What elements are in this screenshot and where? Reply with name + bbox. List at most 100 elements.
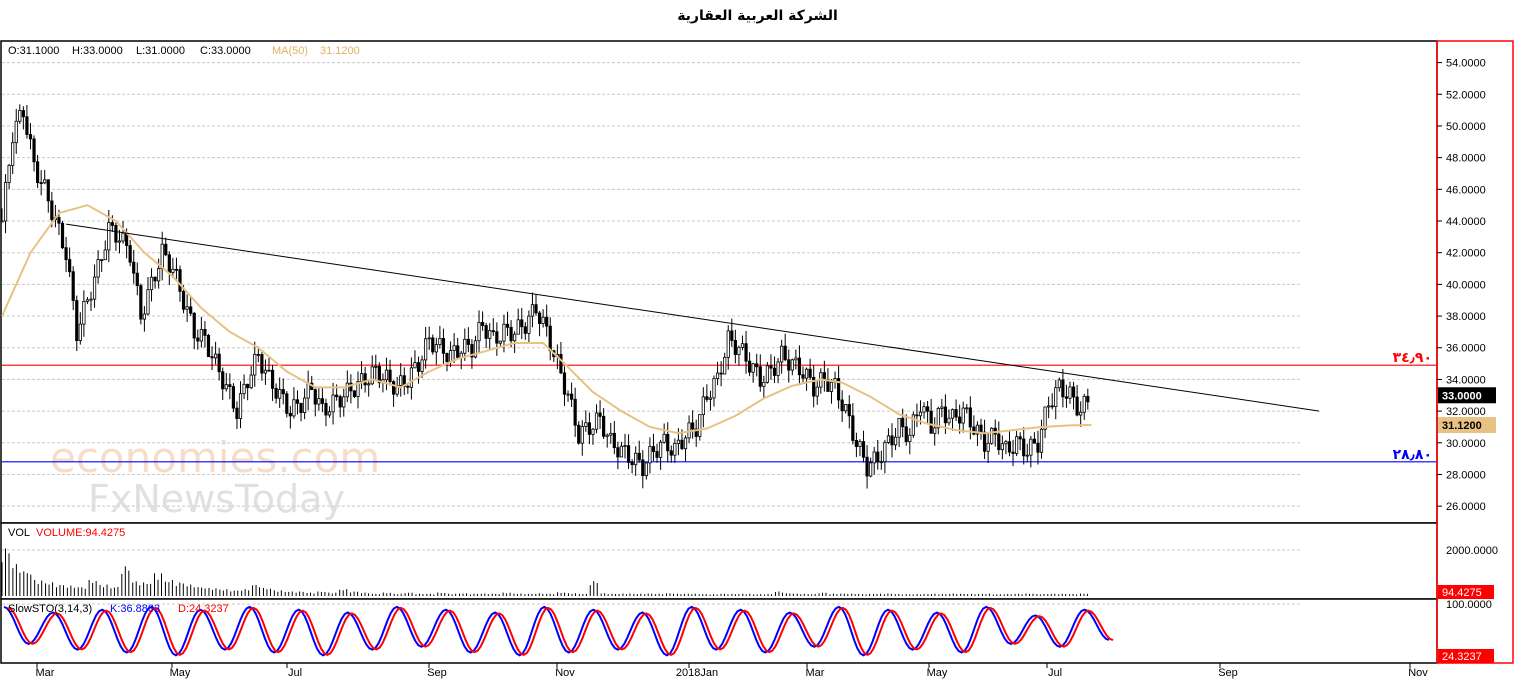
candle-body: [961, 407, 965, 424]
candle-body: [413, 362, 417, 369]
candle-body: [39, 182, 43, 185]
x-tick-label: Jul: [1048, 667, 1062, 679]
candle-body: [1032, 438, 1036, 444]
candle-body: [954, 409, 958, 418]
candle-body: [498, 340, 503, 344]
candle-body: [641, 459, 645, 477]
candle-body: [374, 365, 378, 368]
candle-body: [1054, 387, 1058, 408]
chart-canvas[interactable]: economies.com FxNewsToday ٣٤٫٩٠ ٢٨٫٨٠ 54.…: [0, 0, 1515, 679]
candle-body: [110, 222, 114, 226]
stochastic-info: SlowSTO(3,14,3) K:36.8803 D:24.3237: [8, 603, 229, 615]
candle-body: [28, 134, 33, 140]
candle-body: [584, 422, 588, 427]
resistance-label: ٣٤٫٩٠: [1393, 350, 1432, 366]
candle-body: [78, 323, 82, 341]
candle-body: [680, 439, 684, 450]
candle-body: [416, 362, 421, 372]
candle-body: [801, 374, 805, 379]
candle-body: [1082, 395, 1086, 413]
low-label: L:31.0000: [136, 45, 185, 57]
candle-body: [612, 432, 616, 449]
volume-last-text: 94.4275: [1442, 587, 1482, 599]
x-tick-label: Sep: [1218, 667, 1238, 679]
candle-body: [57, 217, 61, 224]
candle-body: [342, 396, 346, 408]
candle-body: [14, 120, 18, 144]
candle-body: [167, 254, 171, 273]
candle-body: [783, 345, 787, 361]
candle-body: [217, 353, 221, 373]
candle-body: [982, 431, 987, 452]
candle-body: [495, 331, 499, 344]
last-price-text: 33.0000: [1442, 390, 1482, 402]
watermark-line2: FxNewsToday: [88, 477, 345, 521]
candle-body: [132, 261, 136, 274]
candle-body: [242, 383, 246, 395]
candle-body: [844, 404, 848, 412]
candle-body: [363, 373, 367, 386]
candle-body: [448, 350, 453, 363]
candle-body: [60, 222, 65, 249]
candle-body: [278, 389, 282, 399]
candle-body: [199, 329, 203, 342]
candle-body: [897, 417, 901, 438]
candle-body: [893, 436, 898, 446]
candle-body: [829, 381, 834, 392]
candle-body: [406, 385, 410, 388]
candle-body: [815, 386, 819, 397]
candle-body: [171, 268, 175, 273]
high-label: H:33.0000: [72, 45, 123, 57]
price-tick-label: 52.0000: [1446, 89, 1486, 101]
candle-body: [1000, 443, 1004, 451]
candle-body: [3, 182, 8, 222]
candle-body: [666, 433, 670, 452]
candle-body: [940, 406, 944, 409]
candle-body: [797, 357, 802, 376]
price-tick-label: 46.0000: [1446, 184, 1486, 196]
candle-body: [602, 415, 606, 437]
stochastic-d-label: D:24.3237: [178, 603, 229, 615]
candle-body: [548, 325, 552, 352]
candle-body: [438, 337, 442, 345]
candle-body: [886, 435, 891, 443]
price-tick-label: 28.0000: [1446, 469, 1486, 481]
candle-body: [89, 298, 93, 301]
candle-body: [968, 407, 972, 428]
price-tick-label: 50.0000: [1446, 121, 1486, 133]
candle-body: [292, 399, 296, 417]
candle-body: [936, 408, 940, 429]
candle-body: [523, 326, 527, 334]
candle-body: [947, 417, 951, 424]
candle-body: [267, 369, 271, 372]
candle-body: [185, 306, 189, 310]
candle-body: [790, 359, 794, 371]
candle-body: [142, 313, 146, 320]
candle-body: [36, 161, 40, 184]
candle-body: [918, 411, 923, 417]
candle-body: [719, 372, 723, 375]
candle-body: [502, 323, 506, 342]
candle-body: [740, 343, 745, 348]
candle-body: [409, 367, 414, 388]
candle-body: [427, 337, 431, 340]
candle-body: [965, 407, 969, 410]
price-tick-label: 44.0000: [1446, 216, 1486, 228]
candle-body: [726, 330, 730, 358]
candle-body: [847, 404, 851, 417]
candle-body: [192, 312, 196, 339]
candle-body: [196, 337, 200, 342]
candle-body: [943, 406, 948, 424]
price-tick-label: 54.0000: [1446, 58, 1486, 70]
candle-body: [577, 424, 581, 444]
candle-body: [630, 462, 634, 466]
candle-body: [662, 433, 666, 443]
candle-body: [762, 381, 766, 387]
candle-body: [246, 383, 250, 389]
candle-body: [950, 409, 955, 419]
candle-body: [327, 411, 332, 416]
candle-body: [626, 445, 631, 463]
candle-body: [43, 179, 47, 184]
candle-body: [701, 396, 705, 415]
candle-body: [46, 179, 50, 202]
